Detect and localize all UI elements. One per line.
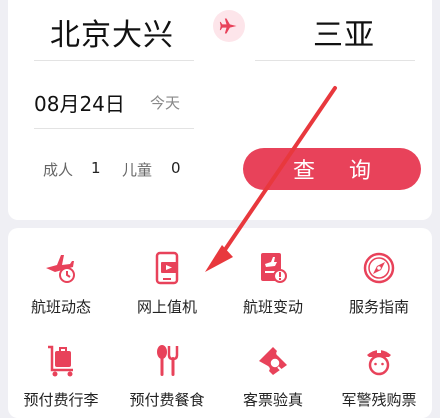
service-label: 航班变动 bbox=[242, 298, 303, 316]
arrival-divider bbox=[255, 60, 415, 61]
plane-clock-icon bbox=[46, 255, 75, 283]
departure-date[interactable]: 08月24日 bbox=[34, 88, 125, 117]
service-grid: 航班动态 网上值机 航班变动 服务指南 预付费行李 预付费餐食 客票验真 军警残… bbox=[8, 228, 432, 418]
date-divider bbox=[34, 128, 194, 129]
service-prepaid-baggage[interactable]: 预付费行李 bbox=[8, 343, 114, 410]
service-ticket-verify[interactable]: 客票验真 bbox=[220, 343, 326, 410]
phone-ticket-icon bbox=[155, 251, 179, 285]
service-prepaid-meal[interactable]: 预付费餐食 bbox=[114, 343, 220, 410]
flight-search-card: 北京大兴 三亚 08月24日 今天 成人 1 儿童 0 查询 bbox=[8, 0, 432, 220]
service-label: 客票验真 bbox=[242, 391, 303, 409]
arrival-city[interactable]: 三亚 bbox=[313, 10, 375, 54]
officer-icon bbox=[367, 349, 391, 376]
child-count[interactable]: 0 bbox=[171, 159, 181, 177]
service-label: 军警残购票 bbox=[341, 391, 417, 409]
compass-icon bbox=[363, 252, 395, 284]
child-label: 儿童 bbox=[122, 161, 153, 179]
luggage-icon bbox=[48, 345, 73, 377]
ticket-alert-icon bbox=[261, 253, 287, 283]
service-label: 服务指南 bbox=[348, 298, 409, 316]
adult-label: 成人 bbox=[43, 161, 74, 179]
service-label: 航班动态 bbox=[30, 298, 91, 316]
plane-icon bbox=[219, 18, 237, 34]
meal-icon bbox=[157, 345, 179, 376]
service-label: 预付费餐食 bbox=[129, 391, 205, 409]
swap-cities-button[interactable] bbox=[213, 10, 245, 42]
service-flight-status[interactable]: 航班动态 bbox=[8, 250, 114, 317]
departure-city[interactable]: 北京大兴 bbox=[50, 10, 174, 54]
service-military-police-disabled-ticket[interactable]: 军警残购票 bbox=[326, 343, 432, 410]
weekday-label: 今天 bbox=[150, 94, 181, 112]
adult-count[interactable]: 1 bbox=[91, 159, 101, 177]
ticket-search-icon bbox=[259, 347, 287, 375]
service-label: 预付费行李 bbox=[23, 391, 99, 409]
service-label: 网上值机 bbox=[136, 298, 197, 316]
service-flight-change[interactable]: 航班变动 bbox=[220, 250, 326, 317]
departure-divider bbox=[34, 60, 194, 61]
search-button[interactable]: 查询 bbox=[243, 148, 421, 190]
service-online-checkin[interactable]: 网上值机 bbox=[114, 250, 220, 317]
service-guide[interactable]: 服务指南 bbox=[326, 250, 432, 317]
